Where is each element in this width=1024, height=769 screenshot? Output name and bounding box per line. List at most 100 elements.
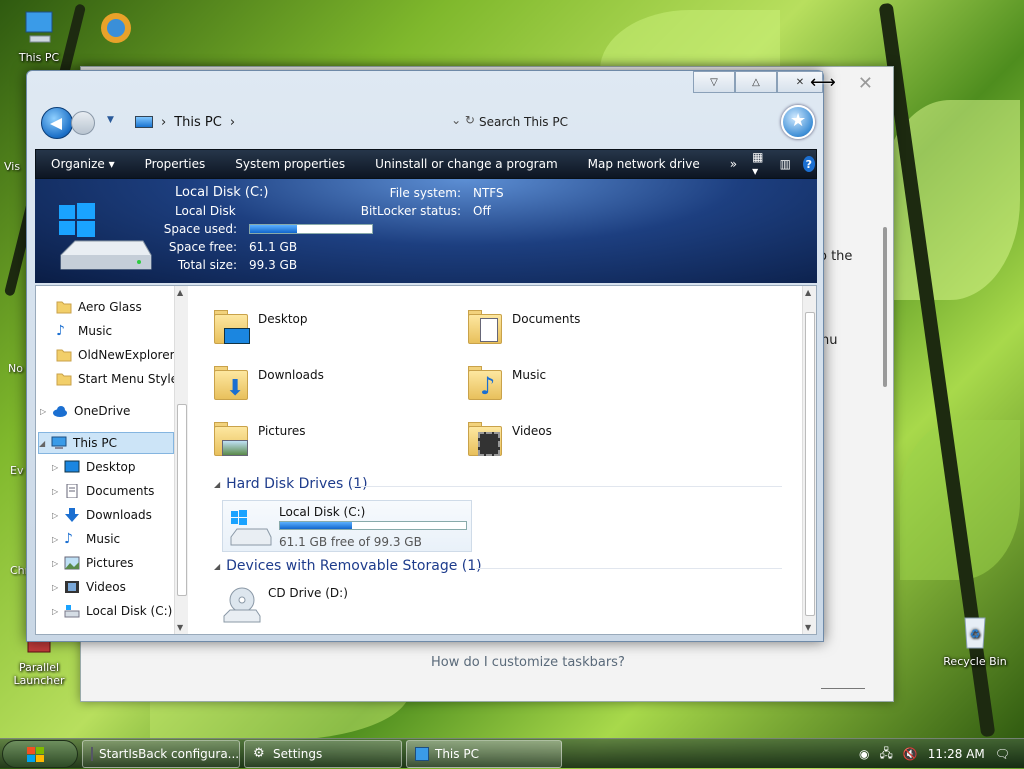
help-orb-icon[interactable] <box>781 105 815 139</box>
desktop-icon-recycle-bin[interactable]: ♻ Recycle Bin <box>940 614 1010 668</box>
clock[interactable]: 11:28 AM <box>928 747 985 761</box>
system-tray: ◉ 🖧 🔇 11:28 AM 🗨 <box>859 739 1024 769</box>
preview-pane-icon[interactable]: ▥ <box>780 157 791 171</box>
address-bar[interactable]: › This PC › ⌄ ↻ <box>129 109 475 135</box>
scrollbar[interactable] <box>883 227 887 387</box>
documents-folder-icon <box>466 306 506 346</box>
drive-free-space: 61.1 GB free of 99.3 GB <box>279 535 422 549</box>
taskbar-this-pc[interactable]: This PC <box>406 740 562 768</box>
desktop-partial-label: Vis <box>4 160 21 173</box>
help-link[interactable]: How do I customize taskbars? <box>431 655 625 670</box>
expand-icon[interactable]: ▷ <box>52 535 64 544</box>
drive-local-disk-c[interactable]: Local Disk (C:) 61.1 GB free of 99.3 GB <box>222 500 472 552</box>
desktop-icon-label: This PC <box>18 51 60 64</box>
system-properties-button[interactable]: System properties <box>220 157 360 171</box>
expand-icon[interactable]: ▷ <box>52 487 64 496</box>
group-hard-disk-drives[interactable]: ◢ Hard Disk Drives (1) <box>214 476 368 492</box>
nav-item-aero-glass[interactable]: Aero Glass <box>56 296 142 318</box>
minimize-icon: ▽ <box>710 76 718 88</box>
nav-item-this-pc[interactable]: ◢ This PC <box>38 432 174 454</box>
space-free-label: Space free: <box>168 240 237 254</box>
nav-item-pictures[interactable]: ▷ Pictures <box>52 552 134 574</box>
back-button[interactable] <box>41 107 73 139</box>
onedrive-tray-icon[interactable]: ◉ <box>859 747 869 761</box>
nav-item-downloads[interactable]: ▷ Downloads <box>52 504 152 526</box>
group-removable-storage[interactable]: ◢ Devices with Removable Storage (1) <box>214 558 482 574</box>
uninstall-program-button[interactable]: Uninstall or change a program <box>360 157 573 171</box>
maximize-button[interactable]: △ <box>735 71 777 93</box>
search-input[interactable]: Search This PC <box>479 115 568 129</box>
folder-pictures[interactable]: Pictures <box>212 418 442 468</box>
refresh-icon[interactable]: ⌄ ↻ <box>451 113 475 127</box>
expand-icon[interactable]: ▷ <box>52 559 64 568</box>
properties-button[interactable]: Properties <box>130 157 221 171</box>
expand-icon[interactable]: ▷ <box>40 407 52 416</box>
scroll-down-icon[interactable]: ▼ <box>805 623 811 632</box>
folder-name: Desktop <box>258 312 308 326</box>
chevron-right-icon[interactable]: › <box>161 115 166 130</box>
folder-documents[interactable]: Documents <box>466 306 696 356</box>
drive-usage-bar <box>279 521 467 530</box>
file-system-label: File system: <box>389 186 461 200</box>
expand-icon[interactable]: ▷ <box>52 583 64 592</box>
nav-item-local-disk[interactable]: ▷ Local Disk (C:) <box>52 600 172 622</box>
nav-pane-scrollbar[interactable]: ▲ ▼ <box>174 286 188 634</box>
desktop-icon-this-pc[interactable]: This PC <box>4 10 74 64</box>
nav-item-videos[interactable]: ▷ Videos <box>52 576 126 598</box>
nav-item-onedrive[interactable]: ▷ OneDrive <box>40 400 130 422</box>
group-title: Hard Disk Drives (1) <box>226 476 368 492</box>
taskbar-startisback[interactable]: StartIsBack configura... <box>82 740 240 768</box>
organize-button[interactable]: Organize ▾ <box>36 157 130 171</box>
nav-item-label: Desktop <box>86 460 136 474</box>
group-title: Devices with Removable Storage (1) <box>226 558 482 574</box>
expand-icon[interactable]: ▷ <box>52 511 64 520</box>
collapse-icon[interactable]: ◢ <box>214 562 220 571</box>
folder-music[interactable]: ♪ Music <box>466 362 696 412</box>
scroll-thumb[interactable] <box>177 404 187 596</box>
folder-desktop[interactable]: Desktop <box>212 306 442 356</box>
nav-item-music-folder[interactable]: ♪ Music <box>56 320 112 342</box>
close-icon[interactable]: ✕ <box>858 73 873 94</box>
nav-item-documents[interactable]: ▷ Documents <box>52 480 154 502</box>
text-field[interactable] <box>821 659 865 689</box>
minimize-button[interactable]: ▽ <box>693 71 735 93</box>
nav-item-desktop[interactable]: ▷ Desktop <box>52 456 136 478</box>
collapse-icon[interactable]: ◢ <box>39 439 51 448</box>
expand-icon[interactable]: ▷ <box>52 607 64 616</box>
help-icon[interactable]: ? <box>802 156 815 172</box>
nav-item-label: Local Disk (C:) <box>86 604 173 618</box>
map-network-drive-button[interactable]: Map network drive <box>573 157 715 171</box>
drive-cd-d[interactable]: CD Drive (D:) <box>222 584 452 634</box>
folder-videos[interactable]: Videos <box>466 418 696 468</box>
volume-muted-icon[interactable]: 🔇 <box>903 747 918 761</box>
start-button[interactable] <box>2 740 78 768</box>
nav-item-music[interactable]: ▷ ♪ Music <box>52 528 120 550</box>
expand-icon[interactable]: ▷ <box>52 463 64 472</box>
scroll-thumb[interactable] <box>805 312 815 616</box>
nav-item-start-menu-style[interactable]: Start Menu Style <box>56 368 178 390</box>
recycle-bin-icon: ♻ <box>964 617 986 649</box>
taskbar-button-label: This PC <box>435 747 479 761</box>
forward-button[interactable] <box>71 111 95 135</box>
nav-item-label: Start Menu Style <box>78 372 179 386</box>
folder-downloads[interactable]: ⬇ Downloads <box>212 362 442 412</box>
file-list-scrollbar[interactable]: ▲ ▼ <box>802 286 816 634</box>
taskbar-settings[interactable]: ⚙ Settings <box>244 740 402 768</box>
explorer-window: ▽ △ ✕ ▼ › This PC › ⌄ ↻ Search This PC O… <box>26 70 824 642</box>
scroll-up-icon[interactable]: ▲ <box>805 288 811 297</box>
more-commands-button[interactable]: » <box>715 157 752 171</box>
taskbar: StartIsBack configura... ⚙ Settings This… <box>0 738 1024 768</box>
scroll-up-icon[interactable]: ▲ <box>177 288 183 297</box>
view-options-icon[interactable]: ▦ ▾ <box>752 150 768 178</box>
total-size-value: 99.3 GB <box>249 258 298 272</box>
notification-icon[interactable]: 🗨 <box>995 747 1010 761</box>
recent-locations-dropdown[interactable]: ▼ <box>107 115 114 125</box>
scroll-down-icon[interactable]: ▼ <box>177 623 183 632</box>
breadcrumb-this-pc[interactable]: This PC <box>174 115 222 130</box>
chevron-right-icon[interactable]: › <box>230 115 235 130</box>
network-icon[interactable]: 🖧 <box>879 744 892 765</box>
collapse-icon[interactable]: ◢ <box>214 480 220 489</box>
nav-item-oldnewexplorer[interactable]: OldNewExplorer <box>56 344 175 366</box>
search-box[interactable]: Search This PC <box>479 109 779 135</box>
desktop-icon-app[interactable] <box>80 10 150 51</box>
